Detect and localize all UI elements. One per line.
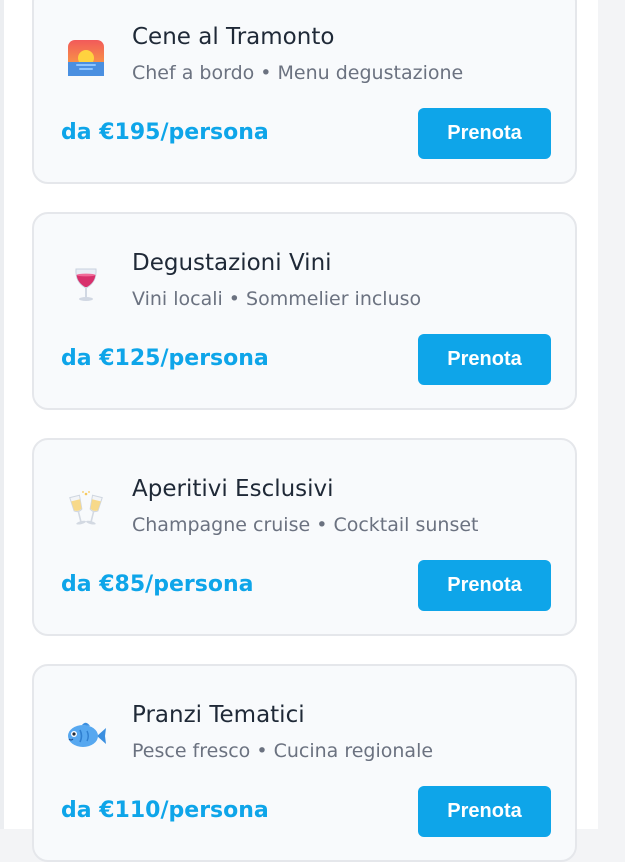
experience-subtitle: Vini locali • Sommelier incluso bbox=[132, 288, 422, 310]
experience-subtitle: Pesce fresco • Cucina regionale bbox=[132, 740, 434, 762]
experience-price: da €110/persona bbox=[61, 798, 269, 823]
book-button[interactable]: Prenota bbox=[418, 560, 551, 611]
experience-card: Cene al Tramonto Chef a bordo • Menu deg… bbox=[32, 0, 577, 184]
sunset-icon bbox=[64, 36, 108, 80]
experience-title: Aperitivi Esclusivi bbox=[132, 476, 334, 502]
experience-price: da €125/persona bbox=[61, 346, 269, 371]
experience-subtitle: Chef a bordo • Menu degustazione bbox=[132, 62, 464, 84]
experience-price: da €195/persona bbox=[61, 120, 269, 145]
experience-card: Degustazioni Vini Vini locali • Sommelie… bbox=[32, 212, 577, 410]
book-button[interactable]: Prenota bbox=[418, 334, 551, 385]
experience-subtitle: Champagne cruise • Cocktail sunset bbox=[132, 514, 479, 536]
fish-icon bbox=[64, 714, 108, 758]
champagne-glasses-icon bbox=[64, 488, 108, 532]
experience-title: Cene al Tramonto bbox=[132, 24, 335, 50]
experiences-list: Cene al Tramonto Chef a bordo • Menu deg… bbox=[4, 0, 598, 862]
experience-price: da €85/persona bbox=[61, 572, 254, 597]
book-button[interactable]: Prenota bbox=[418, 786, 551, 837]
wine-glass-icon bbox=[64, 262, 108, 306]
experience-title: Pranzi Tematici bbox=[132, 702, 305, 728]
book-button[interactable]: Prenota bbox=[418, 108, 551, 159]
experience-card: Aperitivi Esclusivi Champagne cruise • C… bbox=[32, 438, 577, 636]
experience-title: Degustazioni Vini bbox=[132, 250, 332, 276]
experience-card: Pranzi Tematici Pesce fresco • Cucina re… bbox=[32, 664, 577, 862]
page-side-strip bbox=[598, 0, 625, 829]
